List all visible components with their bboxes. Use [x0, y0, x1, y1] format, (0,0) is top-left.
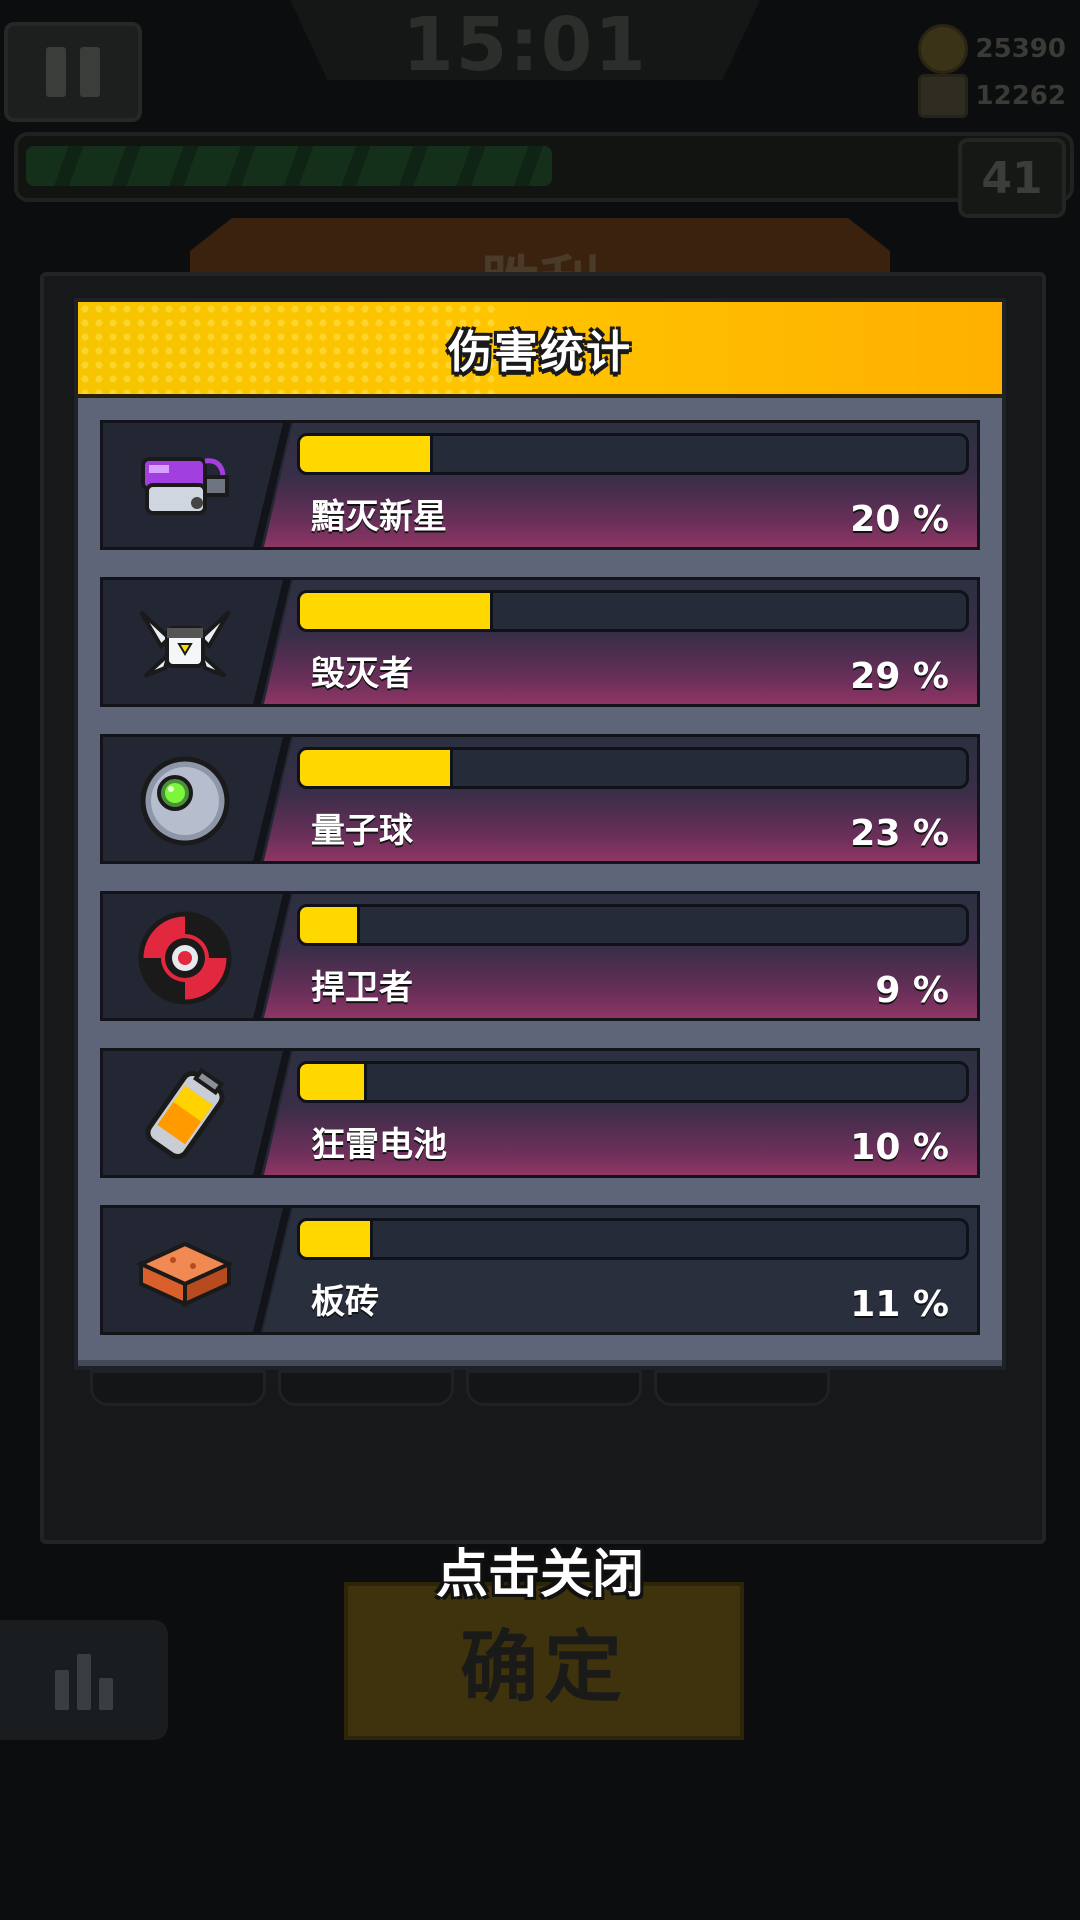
bar-chart-icon [55, 1670, 69, 1710]
damage-bar-fill [300, 436, 434, 472]
damage-bar-track [297, 904, 969, 946]
gem-counter: 12262 [917, 74, 1066, 118]
destroyer-drone-icon [115, 590, 255, 698]
damage-list: 黯灭新星 20 % 毁灭者 29 % 量子球 23 % 捍卫者 9 % 狂雷电池… [100, 420, 980, 1362]
pause-button[interactable] [4, 22, 142, 122]
bar-chart-icon [99, 1678, 113, 1710]
damage-bar-fill [300, 1221, 374, 1257]
damage-percent: 20 % [850, 499, 949, 540]
result-tab [278, 1370, 454, 1406]
damage-row: 捍卫者 9 % [100, 891, 980, 1021]
weapon-name: 量子球 [311, 811, 413, 851]
bar-chart-icon [77, 1654, 91, 1710]
damage-row: 黯灭新星 20 % [100, 420, 980, 550]
xp-bar [14, 132, 1074, 202]
damage-percent: 9 % [875, 970, 949, 1011]
purple-blaster-icon [115, 433, 255, 541]
brick-icon [115, 1218, 255, 1326]
damage-stats-modal: 伤害统计 黯灭新星 20 % 毁灭者 29 % 量子球 23 % 捍卫者 9 %… [74, 298, 1006, 1370]
damage-bar-track [297, 1218, 969, 1260]
pause-icon-bar [46, 47, 66, 97]
weapon-name: 毁灭者 [311, 654, 413, 694]
stats-button[interactable] [0, 1620, 168, 1740]
damage-bar-track [297, 590, 969, 632]
damage-percent: 23 % [850, 813, 949, 854]
coin-count: 25390 [975, 34, 1066, 64]
damage-bar-fill [300, 1064, 367, 1100]
damage-percent: 11 % [850, 1284, 949, 1325]
chest-icon [917, 74, 968, 118]
tap-to-close-hint[interactable]: 点击关闭 [0, 1532, 1080, 1607]
thunder-battery-icon [115, 1061, 255, 1169]
damage-bar-track [297, 433, 969, 475]
damage-bar-fill [300, 593, 494, 629]
quantum-orb-icon [115, 747, 255, 855]
damage-row: 狂雷电池 10 % [100, 1048, 980, 1178]
damage-row: 板砖 11 % [100, 1205, 980, 1335]
coin-counter: 25390 [917, 24, 1066, 74]
damage-percent: 10 % [850, 1127, 949, 1168]
damage-bar-fill [300, 750, 454, 786]
xp-bar-fill [26, 146, 552, 186]
pause-icon-bar [80, 47, 100, 97]
damage-row: 量子球 23 % [100, 734, 980, 864]
weapon-name: 捍卫者 [311, 968, 413, 1008]
game-timer: 15:01 [402, 2, 648, 88]
coin-icon [917, 24, 968, 74]
modal-title: 伤害统计 [448, 327, 632, 378]
guardian-shuriken-icon [115, 904, 255, 1012]
damage-bar-fill [300, 907, 360, 943]
result-tab [90, 1370, 266, 1406]
damage-percent: 29 % [850, 656, 949, 697]
weapon-name: 狂雷电池 [311, 1125, 447, 1165]
gem-count: 12262 [975, 81, 1066, 111]
weapon-name: 板砖 [311, 1282, 379, 1322]
damage-bar-track [297, 1061, 969, 1103]
result-tabs [90, 1370, 830, 1406]
damage-row: 毁灭者 29 % [100, 577, 980, 707]
weapon-name: 黯灭新星 [311, 497, 447, 537]
modal-header: 伤害统计 [78, 302, 1002, 398]
damage-bar-track [297, 747, 969, 789]
level-badge: 41 [958, 138, 1066, 218]
result-tab [466, 1370, 642, 1406]
result-tab [654, 1370, 830, 1406]
